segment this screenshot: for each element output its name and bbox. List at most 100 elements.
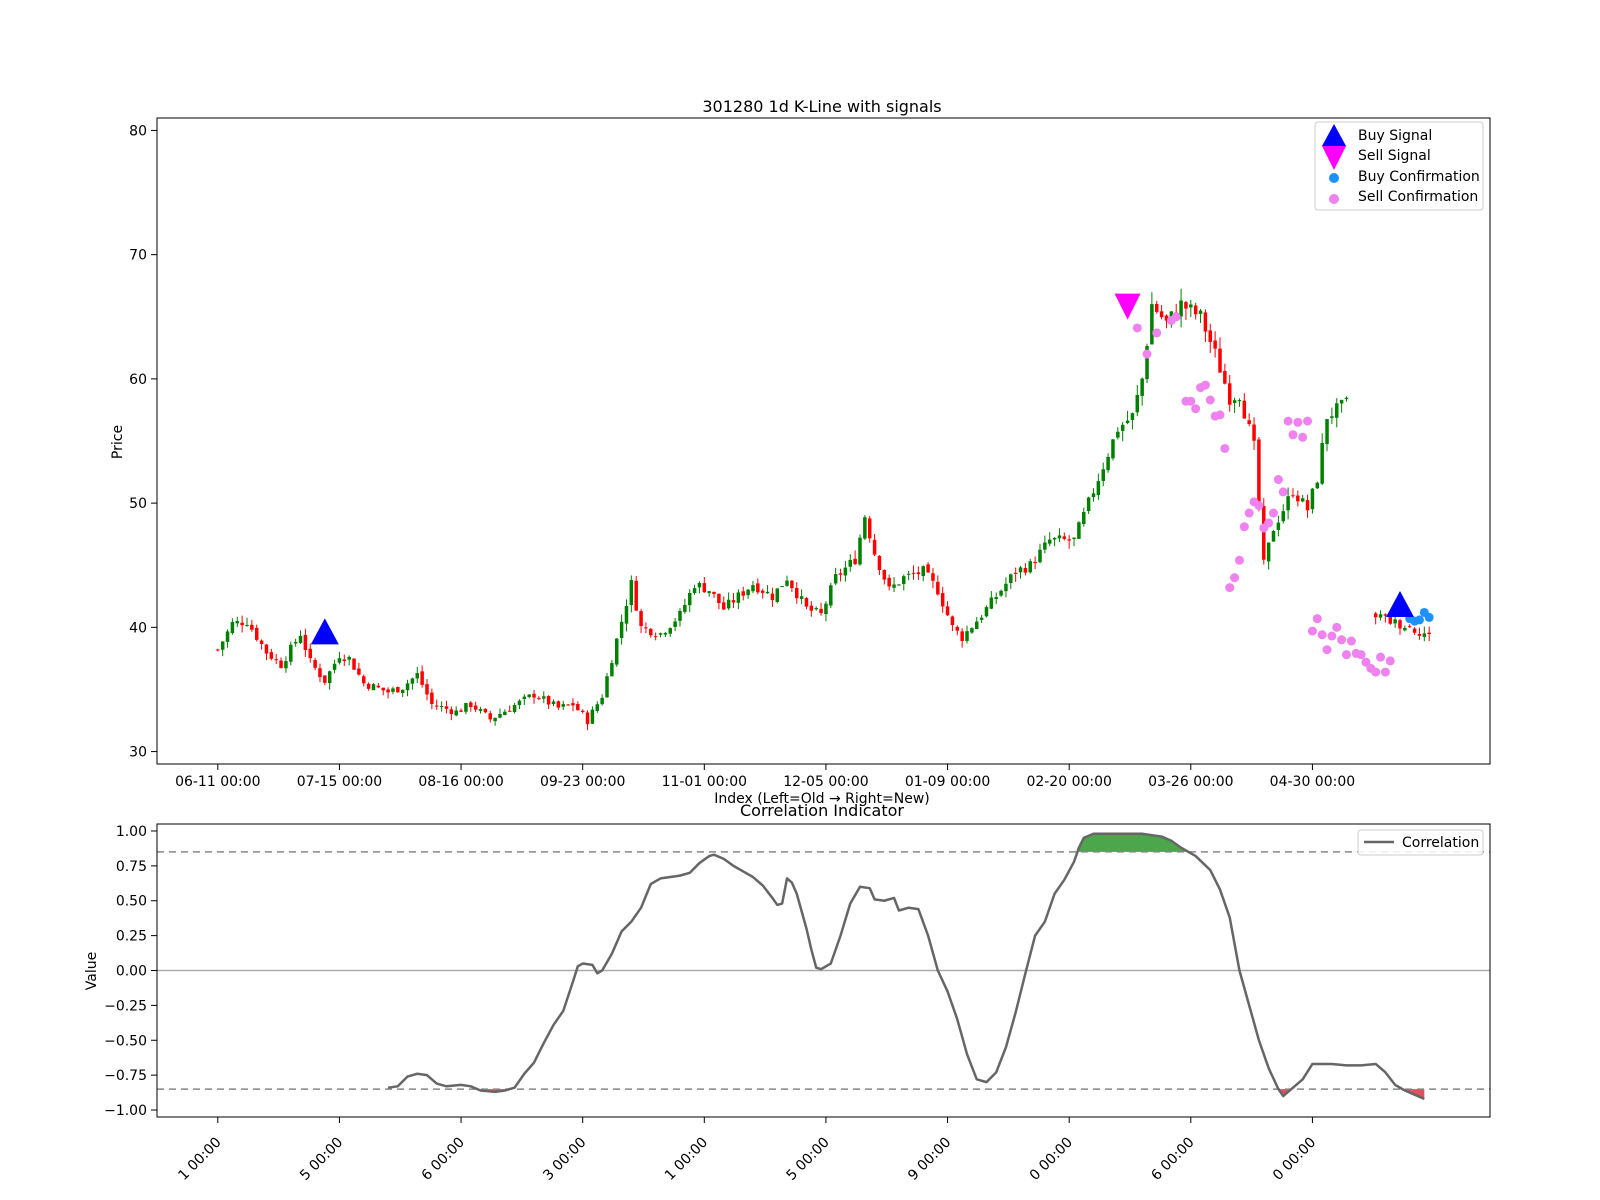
kline-candle-body <box>1043 542 1047 550</box>
kline-candle-body <box>1237 400 1242 402</box>
kline-candle-body <box>790 580 794 589</box>
kline-candle-body <box>1013 572 1018 574</box>
sell-confirmation-point <box>1171 312 1181 322</box>
kline-x-tick-label: 09-23 00:00 <box>540 774 625 790</box>
kline-candle-body <box>546 696 551 705</box>
kline-candle-body <box>391 688 395 692</box>
legend-buy-signal-label: Buy Signal <box>1358 128 1432 144</box>
kline-candle-body <box>624 605 629 624</box>
kline-candle-body <box>1262 506 1266 560</box>
kline-candle-body <box>989 597 994 609</box>
kline-candle-body <box>921 566 925 576</box>
correlation-x-tick-label: 0 00:00 <box>1027 1135 1076 1184</box>
kline-candle-body <box>683 604 687 612</box>
kline-y-tick-label: 40 <box>129 620 147 636</box>
kline-candle-body <box>473 705 478 710</box>
kline-candle-body <box>926 564 930 573</box>
correlation-y-tick-label: −0.50 <box>104 1033 147 1049</box>
kline-candle-body <box>1344 397 1349 399</box>
kline-candle-body <box>289 644 293 662</box>
kline-candle-body <box>498 714 502 718</box>
kline-candle-body <box>1286 496 1290 511</box>
kline-candle-body <box>1203 312 1208 332</box>
kline-candle-body <box>1184 302 1188 309</box>
kline-candle-body <box>425 684 429 695</box>
kline-candle-body <box>396 686 400 693</box>
kline-candle-body <box>1096 481 1101 496</box>
correlation-lines <box>157 832 1490 1101</box>
legend-sell-confirmation-label: Sell Confirmation <box>1358 189 1478 205</box>
kline-candle-body <box>853 558 857 565</box>
kline-candle-body <box>220 641 225 650</box>
sell-confirmation-point <box>1317 630 1327 640</box>
kline-candle-body <box>1111 439 1115 459</box>
kline-candle-body <box>819 608 823 614</box>
kline-candle-body <box>1276 522 1281 530</box>
kline-candle-body <box>838 573 843 575</box>
kline-candle-body <box>1067 539 1071 541</box>
kline-candle-body <box>1422 633 1427 637</box>
kline-candle-body <box>1407 626 1412 628</box>
sell-confirmation-point <box>1303 416 1313 426</box>
kline-candle-body <box>537 698 541 700</box>
kline-candle-body <box>420 671 424 685</box>
buy-confirmation-point <box>1414 615 1424 625</box>
kline-candle-body <box>863 517 867 539</box>
kline-candle-body <box>254 627 259 640</box>
kline-x-tick-label: 08-16 00:00 <box>418 774 503 790</box>
kline-candle-body <box>1398 620 1402 629</box>
kline-candle-body <box>1300 498 1305 502</box>
kline-candle-body <box>692 588 697 594</box>
kline-candle-body <box>1052 537 1057 540</box>
legend-correlation-label: Correlation <box>1402 835 1479 851</box>
legend-buy-confirmation-marker <box>1329 173 1339 183</box>
kline-candle-body <box>809 605 814 611</box>
kline-candle-body <box>843 567 848 576</box>
kline-candle-body <box>1325 419 1329 444</box>
correlation-x-tick-label: 1 00:00 <box>662 1135 711 1184</box>
kline-candle-body <box>867 518 872 539</box>
kline-candle-body <box>1257 439 1261 506</box>
kline-candle-body <box>1373 613 1378 618</box>
sell-confirmation-point <box>1385 656 1395 666</box>
kline-candle-body <box>430 692 434 704</box>
kline-candle-body <box>629 580 634 606</box>
kline-candle-body <box>1266 542 1271 562</box>
kline-candle-body <box>731 600 736 603</box>
kline-candle-body <box>517 700 522 706</box>
kline-candle-body <box>454 710 458 716</box>
kline-y-tick-label: 30 <box>129 745 147 761</box>
kline-candle-body <box>240 622 244 626</box>
kline-candle-body <box>712 591 716 594</box>
kline-candle-body <box>590 709 595 724</box>
correlation-legend: Correlation <box>1357 829 1484 856</box>
correlation-y-tick-label: 0.50 <box>116 894 147 910</box>
sell-confirmation-point <box>1356 650 1366 660</box>
correlation-y-tick-label: 1.00 <box>116 824 147 840</box>
kline-candle-body <box>936 581 940 595</box>
kline-candle-body <box>974 621 979 630</box>
kline-candle-body <box>668 628 673 634</box>
sell-confirmation-point <box>1322 645 1332 655</box>
kline-candle-body <box>794 587 799 599</box>
kline-legend: Buy Signal Sell Signal Buy Confirmation … <box>1314 121 1484 211</box>
kline-candle-body <box>848 559 853 567</box>
kline-candle-body <box>595 704 600 711</box>
kline-candle-body <box>1339 399 1344 404</box>
kline-x-tick-label: 03-26 00:00 <box>1148 774 1233 790</box>
kline-candle-body <box>327 671 332 684</box>
correlation-x-tick-label: 6 00:00 <box>1148 1135 1197 1184</box>
sell-confirmation-point <box>1371 667 1381 677</box>
correlation-x-tick-label: 3 00:00 <box>540 1135 589 1184</box>
kline-candle-body <box>1033 561 1037 564</box>
kline-candle-body <box>673 621 677 627</box>
kline-candle-body <box>357 668 361 675</box>
kline-candle-body <box>216 649 220 651</box>
kline-candle-body <box>1315 482 1320 489</box>
sell-confirmation-point <box>1273 475 1283 485</box>
kline-candle-body <box>940 593 945 607</box>
correlation-x-tick-label: 5 00:00 <box>783 1135 832 1184</box>
kline-candle-body <box>1179 300 1183 317</box>
kline-x-tick-label: 01-09 00:00 <box>905 774 990 790</box>
kline-candle-body <box>298 635 303 643</box>
